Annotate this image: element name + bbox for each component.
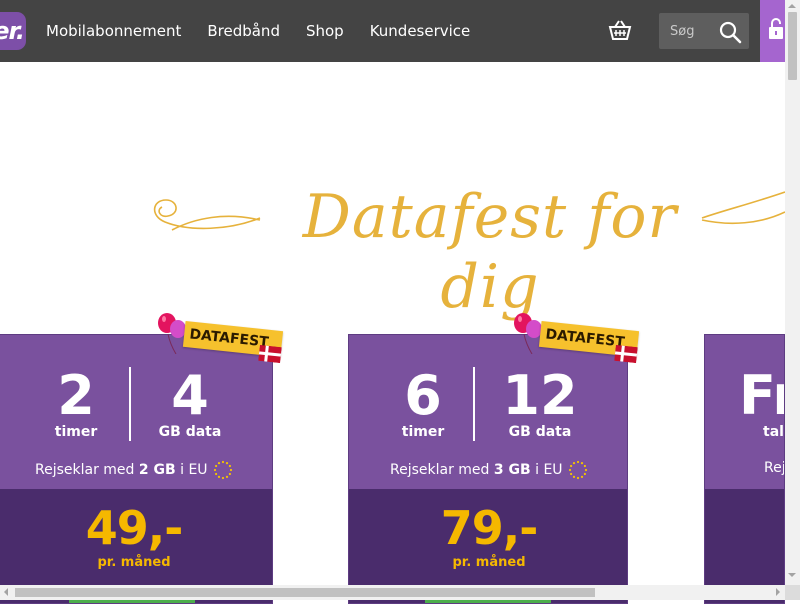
eu-stars-icon [568, 460, 588, 480]
data-amount-unit: GB data [508, 424, 572, 440]
login-button[interactable] [760, 0, 785, 62]
hero-headline: Datafest for dig [0, 160, 785, 322]
scroll-down-arrow[interactable] [788, 573, 796, 581]
danish-flag-icon [258, 344, 282, 364]
travel-info: Rejseklar med 3 GB i EU [349, 460, 627, 480]
price-value: 49,- [85, 501, 184, 555]
main-nav: Mobilabonnement Bredbånd Shop Kundeservi… [46, 22, 496, 40]
travel-prefix: Rejs [764, 460, 784, 476]
danish-flag-icon [614, 344, 638, 364]
travel-info: Rejseklar med 2 GB i EU [0, 460, 272, 480]
price-period: pr. måned [452, 555, 526, 570]
search-icon[interactable] [718, 20, 742, 44]
price-period: pr. måned [97, 555, 171, 570]
eu-stars-icon [213, 460, 233, 480]
talk-hours-unit: timer [401, 424, 445, 440]
travel-amount: 2 GB [138, 462, 176, 478]
talk-hours-value: 2 [57, 364, 95, 427]
datafest-ribbon-1: DATAFEST [156, 312, 286, 376]
horizontal-scroll-thumb[interactable] [15, 588, 595, 597]
search-box [659, 13, 749, 49]
search-input[interactable] [659, 13, 711, 49]
brand-logo[interactable]: er. [0, 12, 26, 50]
travel-suffix: i EU [180, 462, 208, 478]
datafest-ribbon-2: DATAFEST [512, 312, 642, 376]
talk-hours-unit: tale [763, 424, 784, 440]
talk-hours-value: 6 [404, 364, 442, 427]
vertical-scrollbar[interactable] [785, 0, 800, 585]
travel-prefix: Rejseklar med [389, 462, 490, 478]
basket-icon[interactable] [608, 18, 632, 42]
page-headline: Datafest for dig [302, 182, 678, 322]
price-value: 79,- [440, 501, 539, 555]
brand-logo-text: er. [0, 17, 25, 45]
data-amount-unit: GB data [158, 424, 222, 440]
talk-hours-value: Fr [739, 364, 784, 427]
vertical-scroll-thumb[interactable] [788, 12, 797, 80]
scroll-left-arrow[interactable] [0, 588, 8, 596]
scroll-right-arrow[interactable] [776, 588, 784, 596]
scroll-up-arrow[interactable] [788, 0, 796, 8]
nav-item-mobilabonnement[interactable]: Mobilabonnement [46, 22, 181, 40]
travel-amount: 3 GB [493, 462, 531, 478]
subscription-card-3[interactable]: Fr tale Rejs [704, 334, 785, 604]
nav-item-shop[interactable]: Shop [306, 22, 344, 40]
lock-icon [769, 18, 783, 39]
scrollbar-corner [785, 585, 800, 600]
travel-info: Rejs [764, 460, 784, 476]
card-divider [473, 367, 475, 441]
travel-prefix: Rejseklar med [34, 462, 135, 478]
travel-suffix: i EU [535, 462, 563, 478]
top-navigation-bar: er. Mobilabonnement Bredbånd Shop Kundes… [0, 0, 785, 62]
nav-item-kundeservice[interactable]: Kundeservice [370, 22, 471, 40]
talk-hours-unit: timer [54, 424, 98, 440]
horizontal-scrollbar[interactable] [0, 585, 785, 600]
nav-item-bredband[interactable]: Bredbånd [207, 22, 280, 40]
